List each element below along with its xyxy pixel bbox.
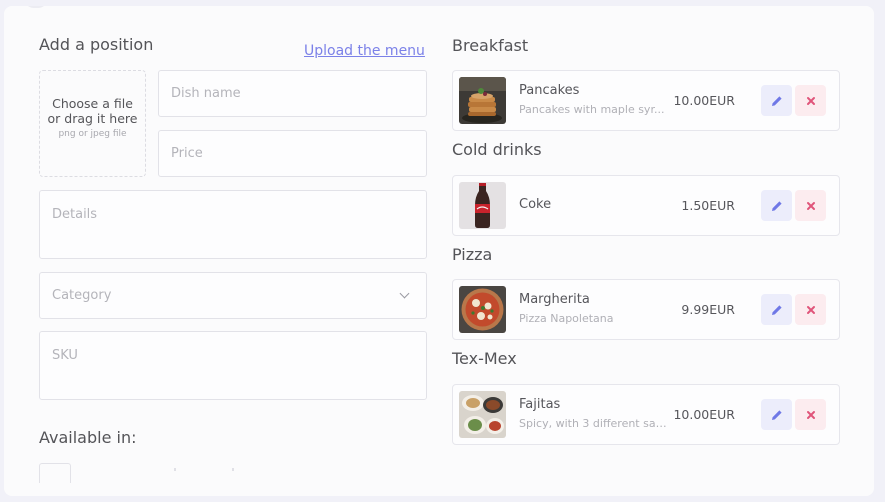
dish-price: 9.99EUR	[681, 302, 735, 317]
category-title-tex-mex: Tex-Mex	[452, 349, 517, 368]
sku-textarea[interactable]: SKU	[39, 331, 427, 400]
pencil-icon	[771, 95, 782, 106]
delete-button[interactable]	[795, 190, 826, 221]
category-title-pizza: Pizza	[452, 245, 493, 264]
close-icon	[806, 201, 815, 210]
dish-price: 10.00EUR	[673, 407, 735, 422]
category-title-breakfast: Breakfast	[452, 36, 529, 55]
close-icon	[806, 410, 815, 419]
coke-bottle-photo	[459, 182, 506, 229]
edit-button[interactable]	[761, 85, 792, 116]
dish-description: Pancakes with maple syr...	[519, 103, 665, 116]
dropzone-label: Choose a file or drag it here	[47, 96, 138, 126]
delete-button[interactable]	[795, 399, 826, 430]
edit-button[interactable]	[761, 399, 792, 430]
close-icon	[806, 96, 815, 105]
delete-button[interactable]	[795, 85, 826, 116]
content-card: Add a position Upload the menu Choose a …	[4, 6, 874, 496]
dish-name: Pancakes	[519, 83, 580, 98]
dish-name: Coke	[519, 197, 552, 212]
available-in-divider	[232, 468, 234, 471]
pencil-icon	[771, 200, 782, 211]
dish-card-fajitas: Fajitas Spicy, with 3 different sau... 1…	[452, 384, 840, 445]
dish-name: Fajitas	[519, 397, 561, 412]
category-select-placeholder: Category	[52, 288, 112, 303]
card-corner-decoration	[24, 6, 48, 8]
edit-button[interactable]	[761, 294, 792, 325]
dish-name-input[interactable]: Dish name	[158, 70, 427, 117]
dish-price: 1.50EUR	[681, 198, 735, 213]
dish-card-margherita: Margherita Pizza Napoletana 9.99EUR	[452, 279, 840, 340]
edit-button[interactable]	[761, 190, 792, 221]
price-input[interactable]: Price	[158, 130, 427, 177]
pizza-photo	[459, 286, 506, 333]
pancakes-photo	[459, 77, 506, 124]
close-icon	[806, 305, 815, 314]
upload-menu-link[interactable]: Upload the menu	[304, 43, 425, 59]
category-select[interactable]: Category	[39, 272, 427, 319]
chevron-down-icon	[399, 288, 410, 299]
fajitas-photo	[459, 391, 506, 438]
available-in-divider	[174, 468, 176, 471]
form-title: Add a position	[39, 35, 154, 54]
available-in-checkbox[interactable]	[39, 463, 71, 483]
dropzone-hint: png or jpeg file	[58, 129, 127, 139]
pencil-icon	[771, 304, 782, 315]
dish-description: Spicy, with 3 different sau...	[519, 417, 667, 430]
dish-name: Margherita	[519, 292, 590, 307]
image-dropzone[interactable]: Choose a file or drag it here png or jpe…	[39, 70, 146, 177]
dish-price: 10.00EUR	[673, 93, 735, 108]
dish-card-coke: Coke 1.50EUR	[452, 175, 840, 236]
details-textarea[interactable]: Details	[39, 190, 427, 259]
category-title-cold-drinks: Cold drinks	[452, 140, 542, 159]
available-in-title: Available in:	[39, 428, 137, 447]
delete-button[interactable]	[795, 294, 826, 325]
dish-card-pancakes: Pancakes Pancakes with maple syr... 10.0…	[452, 70, 840, 131]
pencil-icon	[771, 409, 782, 420]
dish-description: Pizza Napoletana	[519, 312, 614, 325]
